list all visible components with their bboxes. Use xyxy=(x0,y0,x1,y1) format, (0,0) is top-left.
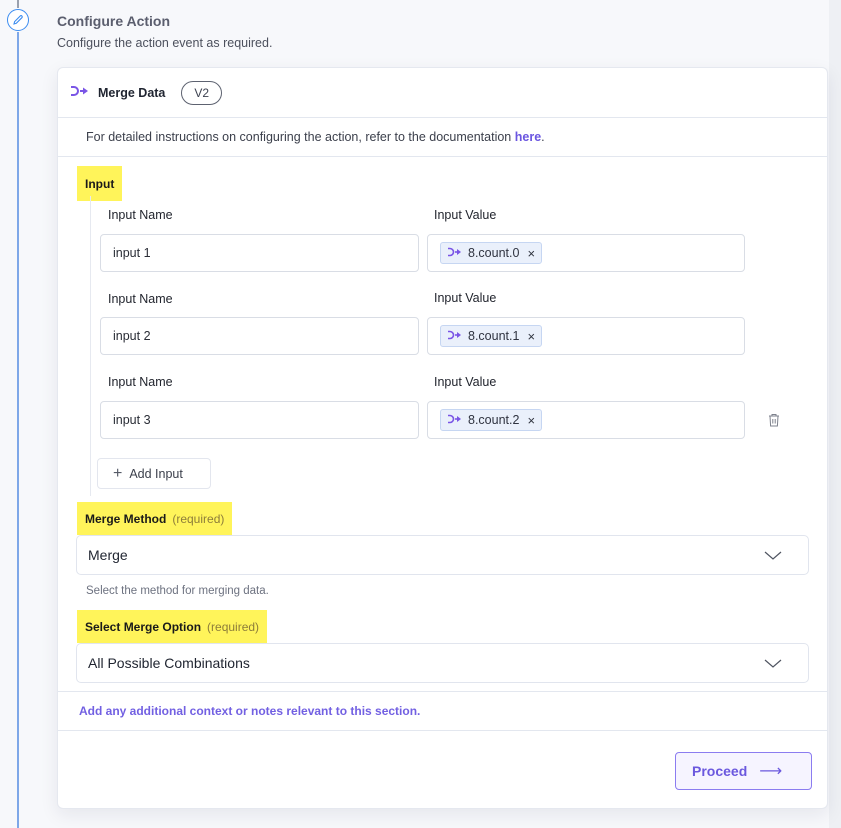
add-input-label: Add Input xyxy=(129,466,183,481)
input-group-line xyxy=(90,196,91,496)
required-indicator: (required) xyxy=(172,511,225,526)
timeline-connector-top xyxy=(17,0,19,8)
merge-method-value: Merge xyxy=(88,547,128,563)
merge-method-label: Merge Method (required) xyxy=(77,502,233,535)
input-name-field[interactable]: input 2 xyxy=(100,317,419,355)
merge-method-help: Select the method for merging data. xyxy=(86,585,269,597)
input-value-field[interactable]: 8.count.0 × xyxy=(427,234,745,272)
chevron-down-icon xyxy=(764,548,782,564)
configure-action-card: Merge Data V2 For detailed instructions … xyxy=(57,67,828,809)
merge-option-label: Select Merge Option (required) xyxy=(77,610,268,643)
merge-method-label-text: Merge Method xyxy=(85,511,167,526)
step-subtitle: Configure the action event as required. xyxy=(57,36,273,50)
chip-value: 8.count.2 xyxy=(468,413,520,427)
input-value-label: Input Value xyxy=(434,208,497,222)
chip-value: 8.count.1 xyxy=(468,329,520,343)
input-name-label: Input Name xyxy=(108,375,173,389)
chip-value: 8.count.0 xyxy=(468,246,520,260)
remove-chip-icon[interactable]: × xyxy=(527,246,535,261)
required-indicator: (required) xyxy=(207,619,260,634)
input-section-label: Input xyxy=(77,166,123,201)
input-value-label: Input Value xyxy=(434,291,497,305)
proceed-label: Proceed xyxy=(692,763,748,779)
documentation-note: For detailed instructions on configuring… xyxy=(58,118,827,157)
arrow-right-icon: ⟶ xyxy=(759,763,783,780)
merge-icon xyxy=(70,84,90,102)
merge-method-select[interactable]: Merge xyxy=(76,535,809,575)
doc-link[interactable]: here xyxy=(515,130,541,144)
value-chip: 8.count.1 × xyxy=(440,325,543,347)
merge-option-label-text: Select Merge Option xyxy=(85,619,202,634)
plus-icon: + xyxy=(113,464,123,482)
merge-option-select[interactable]: All Possible Combinations xyxy=(76,643,809,683)
doc-text: For detailed instructions on configuring… xyxy=(86,130,512,144)
version-badge[interactable]: V2 xyxy=(181,80,223,105)
input-value-field[interactable]: 8.count.1 × xyxy=(427,317,745,355)
chevron-down-icon xyxy=(764,656,782,672)
notes-link[interactable]: Add any additional context or notes rele… xyxy=(58,691,827,731)
right-scroll-gutter xyxy=(829,0,841,828)
add-input-button[interactable]: + Add Input xyxy=(97,458,211,489)
input-value-field[interactable]: 8.count.2 × xyxy=(427,401,745,439)
merge-icon xyxy=(447,246,463,260)
value-chip: 8.count.2 × xyxy=(440,409,543,431)
step-title: Configure Action xyxy=(57,13,171,29)
input-name-field[interactable]: input 1 xyxy=(100,234,419,272)
value-chip: 8.count.0 × xyxy=(440,242,543,264)
trash-icon[interactable] xyxy=(767,412,781,428)
remove-chip-icon[interactable]: × xyxy=(527,329,535,344)
merge-icon xyxy=(447,329,463,343)
action-name: Merge Data xyxy=(98,85,166,100)
action-header: Merge Data V2 xyxy=(58,68,827,118)
proceed-button[interactable]: Proceed ⟶ xyxy=(675,752,812,790)
input-name-label: Input Name xyxy=(108,208,173,222)
merge-option-value: All Possible Combinations xyxy=(88,655,250,671)
timeline-connector xyxy=(17,32,19,828)
input-value-label: Input Value xyxy=(434,375,497,389)
remove-chip-icon[interactable]: × xyxy=(527,413,535,428)
input-name-label: Input Name xyxy=(108,292,173,306)
doc-suffix: . xyxy=(541,130,545,144)
input-label-text: Input xyxy=(85,176,115,191)
merge-icon xyxy=(447,413,463,427)
pencil-icon xyxy=(7,9,29,31)
input-name-field[interactable]: input 3 xyxy=(100,401,419,439)
